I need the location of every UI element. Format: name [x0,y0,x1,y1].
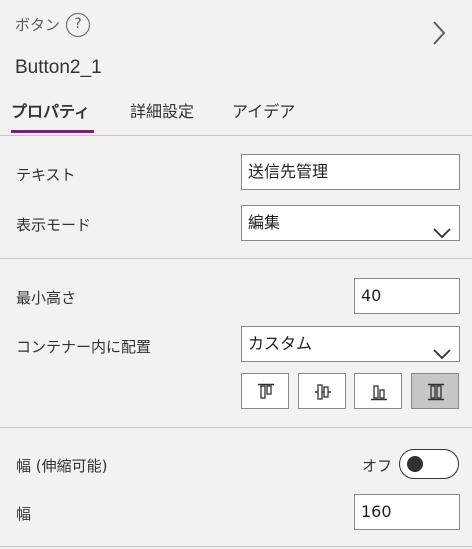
flexible-width-toggle-state: オフ [362,457,393,475]
display-mode-label: 表示モード [16,216,92,234]
text-property-label: テキスト [16,166,76,184]
align-in-container-select[interactable]: カスタム [241,326,460,362]
divider [0,546,472,547]
active-tab-indicator [11,130,94,133]
text-property-input[interactable]: 送信先管理 [241,154,460,190]
chevron-right-icon[interactable] [432,20,446,50]
display-mode-value: 編集 [248,213,281,232]
control-type-label: ボタン [15,16,61,34]
min-height-label: 最小高さ [16,289,77,307]
align-in-container-label: コンテナー内に配置 [16,338,152,356]
align-bottom-button[interactable] [354,373,402,409]
divider [0,427,472,428]
properties-header: ボタン ? Button2_1 プロパティ 詳細設定 アイデア [0,0,472,134]
align-middle-icon [315,384,331,400]
divider [0,135,472,136]
chevron-down-icon [433,217,451,251]
control-name[interactable]: Button2_1 [15,57,102,79]
tab-ideas[interactable]: アイデア [232,99,295,135]
align-bottom-icon [371,385,387,401]
help-icon[interactable]: ? [66,13,90,37]
divider [0,258,472,259]
align-top-icon [258,383,274,399]
align-middle-button[interactable] [298,373,346,409]
tab-advanced[interactable]: 詳細設定 [130,99,194,135]
align-in-container-value: カスタム [248,334,313,353]
flexible-width-label: 幅 (伸縮可能) [16,457,108,475]
flexible-width-toggle[interactable] [399,449,459,479]
chevron-down-icon [433,338,451,372]
display-mode-select[interactable]: 編集 [241,205,460,241]
toggle-knob [407,456,423,472]
tab-bar: プロパティ 詳細設定 アイデア [0,99,472,135]
width-input[interactable]: 160 [354,494,460,530]
min-height-input[interactable]: 40 [354,278,460,314]
align-top-button[interactable] [241,373,289,409]
align-stretch-icon [428,383,444,401]
align-stretch-button[interactable] [411,373,459,409]
width-label: 幅 [16,505,32,523]
